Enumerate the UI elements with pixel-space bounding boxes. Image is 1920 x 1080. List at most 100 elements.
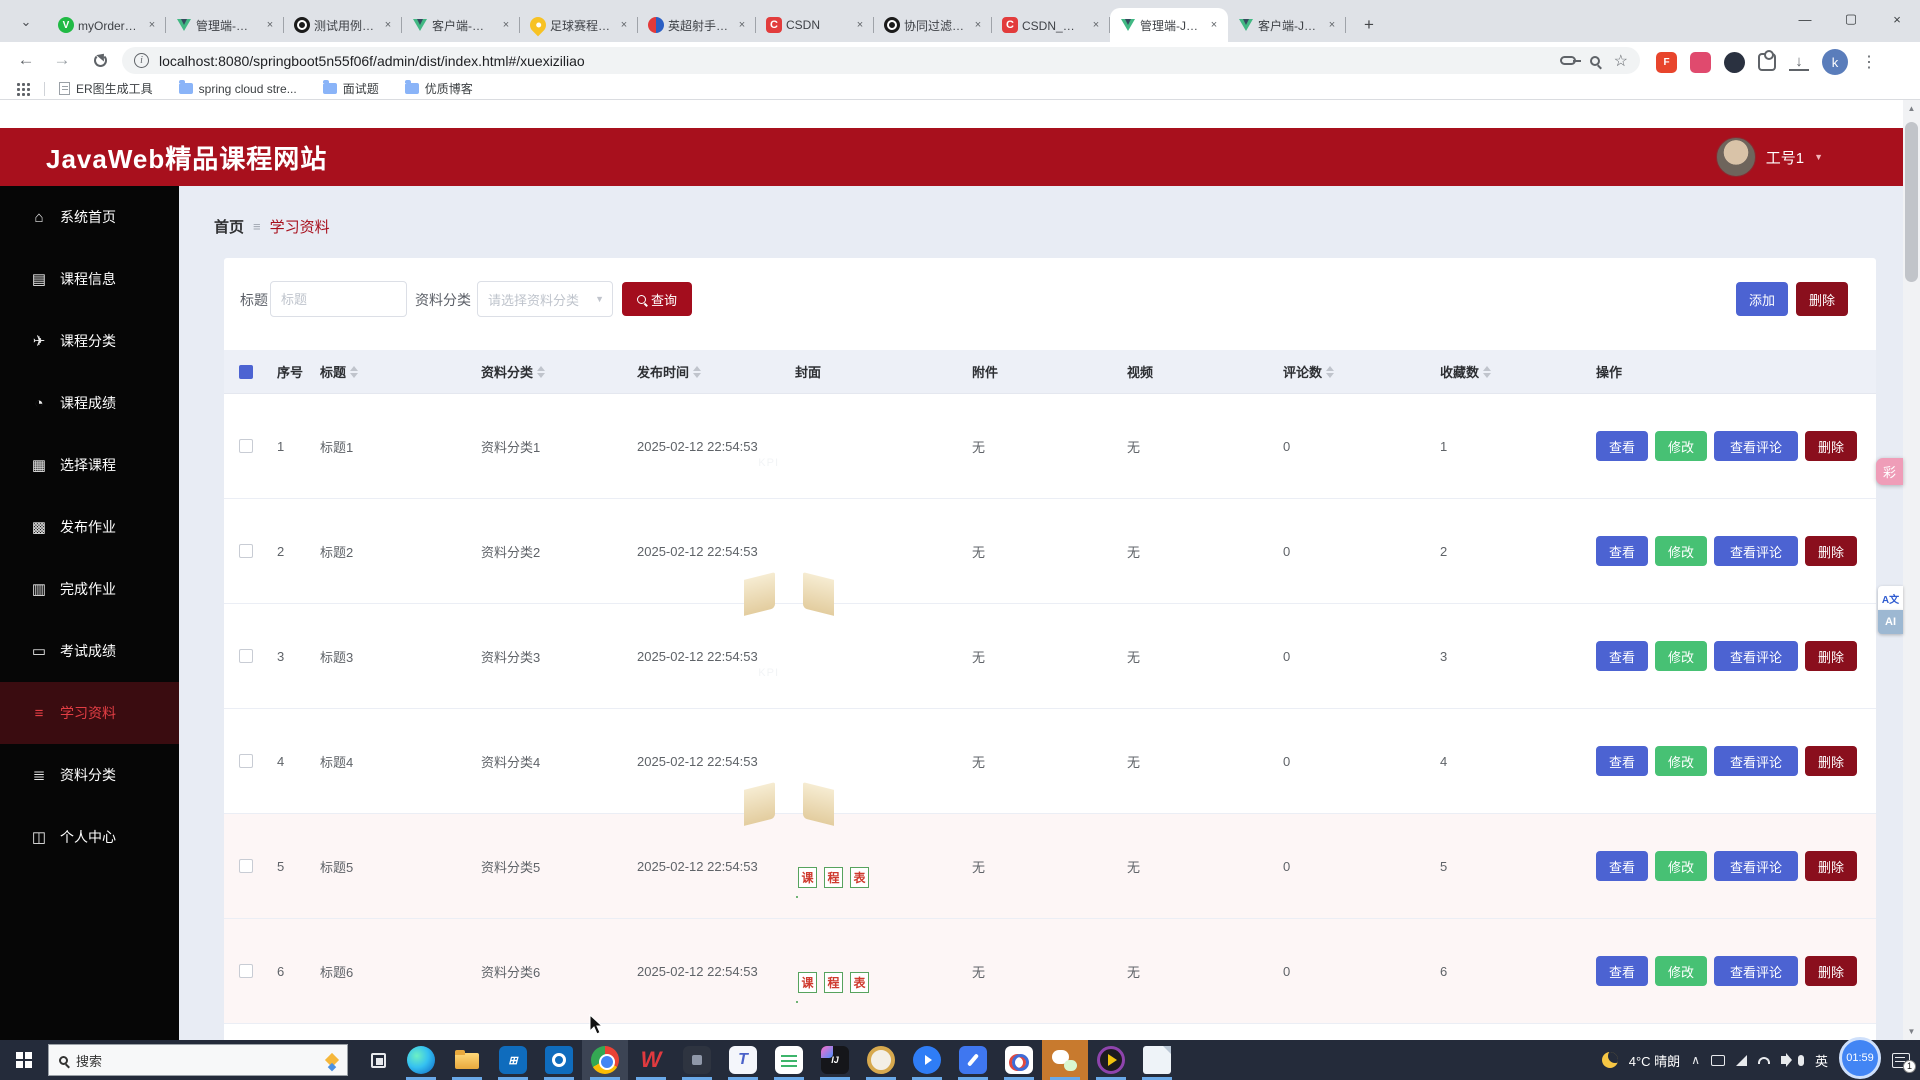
taskbar-potplayer[interactable]	[1088, 1040, 1134, 1080]
tab-close-icon[interactable]: ×	[1206, 17, 1222, 33]
extensions-puzzle-icon[interactable]	[1758, 53, 1776, 71]
tab-football[interactable]: 足球赛程赛果- ×	[520, 8, 638, 42]
tray-expand-icon[interactable]: ∧	[1691, 1053, 1700, 1067]
sidebar-item-personal-center[interactable]: ◫ 个人中心	[0, 806, 179, 868]
sidebar-item-study-material[interactable]: ≡ 学习资料	[0, 682, 179, 744]
tab-close-icon[interactable]: ×	[1324, 17, 1340, 33]
title-filter-input[interactable]	[270, 281, 407, 317]
delete-row-button[interactable]: 删除	[1805, 641, 1857, 671]
forward-icon[interactable]: →	[50, 48, 74, 72]
close-window-button[interactable]: ×	[1874, 0, 1920, 38]
view-comments-button[interactable]: 查看评论	[1714, 536, 1798, 566]
reload-icon[interactable]	[88, 48, 112, 72]
taskbar-wps[interactable]: W	[628, 1040, 674, 1080]
url-text[interactable]: localhost:8080/springboot5n55f06f/admin/…	[159, 53, 1560, 69]
sort-icon[interactable]	[1326, 366, 1334, 378]
sidebar-item-course-score[interactable]: ◔ 课程成绩	[0, 372, 179, 434]
edit-button[interactable]: 修改	[1655, 641, 1707, 671]
tab-admin-javaweb-active[interactable]: 管理端-JavaW ×	[1110, 8, 1228, 42]
taskbar-chrome-active[interactable]	[582, 1040, 628, 1080]
view-comments-button[interactable]: 查看评论	[1714, 956, 1798, 986]
tab-close-icon[interactable]: ×	[616, 17, 632, 33]
sidebar-item-course-info[interactable]: ▤ 课程信息	[0, 248, 179, 310]
sidebar-item-material-category[interactable]: ≣ 资料分类	[0, 744, 179, 806]
view-comments-button[interactable]: 查看评论	[1714, 431, 1798, 461]
page-scrollbar[interactable]: ▲ ▼	[1903, 100, 1920, 1040]
category-select[interactable]: 请选择资料分类 ▼	[477, 281, 613, 317]
search-lens-icon[interactable]	[1590, 56, 1600, 66]
sidebar-item-course-category[interactable]: ✈ 课程分类	[0, 310, 179, 372]
tab-search-chevron-icon[interactable]: ⌄	[14, 10, 38, 34]
user-menu[interactable]: 工号1 ▼	[1716, 137, 1823, 177]
taskbar-dark-app[interactable]	[674, 1040, 720, 1080]
edit-button[interactable]: 修改	[1655, 746, 1707, 776]
notification-icon[interactable]: 1	[1892, 1053, 1910, 1068]
select-all-checkbox[interactable]	[239, 365, 253, 379]
bookmark-star-icon[interactable]: ☆	[1614, 51, 1628, 71]
maximize-button[interactable]: ▢	[1828, 0, 1874, 38]
edit-button[interactable]: 修改	[1655, 851, 1707, 881]
view-button[interactable]: 查看	[1596, 851, 1648, 881]
taskbar-search-box[interactable]: 搜索	[48, 1044, 348, 1076]
query-button[interactable]: 查询	[622, 282, 692, 316]
wifi-icon[interactable]	[1758, 1057, 1770, 1064]
sidebar-item-choose-course[interactable]: ▦ 选择课程	[0, 434, 179, 496]
view-comments-button[interactable]: 查看评论	[1714, 641, 1798, 671]
bookmark-interview[interactable]: 面试题	[323, 80, 379, 97]
delete-button[interactable]: 删除	[1796, 282, 1848, 316]
view-comments-button[interactable]: 查看评论	[1714, 746, 1798, 776]
taskbar-notepad[interactable]	[1134, 1040, 1180, 1080]
sidebar-item-home[interactable]: ⌂ 系统首页	[0, 186, 179, 248]
display-icon[interactable]	[1711, 1055, 1725, 1066]
scrollbar-thumb[interactable]	[1905, 122, 1918, 282]
apps-grid-icon[interactable]	[16, 82, 30, 96]
row-checkbox[interactable]	[239, 439, 253, 453]
taskbar-amber-app[interactable]	[858, 1040, 904, 1080]
view-button[interactable]: 查看	[1596, 956, 1648, 986]
row-checkbox[interactable]	[239, 544, 253, 558]
delete-row-button[interactable]: 删除	[1805, 746, 1857, 776]
sidebar-item-publish-homework[interactable]: ▩ 发布作业	[0, 496, 179, 558]
bookmark-blogs[interactable]: 优质博客	[405, 80, 473, 97]
delete-row-button[interactable]: 删除	[1805, 536, 1857, 566]
start-button[interactable]	[0, 1040, 48, 1080]
sort-icon[interactable]	[537, 366, 545, 378]
tab-close-icon[interactable]: ×	[852, 17, 868, 33]
tab-close-icon[interactable]: ×	[734, 17, 750, 33]
tab-close-icon[interactable]: ×	[262, 17, 278, 33]
taskbar-wechat-active[interactable]	[1042, 1040, 1088, 1080]
tab-csdn-dev[interactable]: C CSDN_专业开 ×	[992, 8, 1110, 42]
taskbar-intellij[interactable]: IJ	[812, 1040, 858, 1080]
taskbar-netdisk[interactable]	[996, 1040, 1042, 1080]
new-tab-button[interactable]: +	[1356, 12, 1382, 38]
extension-red-icon[interactable]: F	[1656, 52, 1677, 73]
delete-row-button[interactable]: 删除	[1805, 956, 1857, 986]
add-button[interactable]: 添加	[1736, 282, 1788, 316]
address-bar[interactable]: i localhost:8080/springboot5n55f06f/admi…	[122, 47, 1640, 74]
tab-premier-league[interactable]: 英超射手榜_东 ×	[638, 8, 756, 42]
edit-button[interactable]: 修改	[1655, 956, 1707, 986]
sidebar-item-finish-homework[interactable]: ▥ 完成作业	[0, 558, 179, 620]
tab-close-icon[interactable]: ×	[380, 17, 396, 33]
bookmark-spring-cloud[interactable]: spring cloud stre...	[179, 82, 297, 96]
taskbar-store[interactable]: ⊞	[490, 1040, 536, 1080]
chrome-menu-icon[interactable]: ⋮	[1861, 52, 1877, 72]
tab-testcase[interactable]: 测试用例编写 ×	[284, 8, 402, 42]
translate-float-button[interactable]: 彩	[1876, 458, 1903, 485]
site-info-icon[interactable]: i	[134, 53, 149, 68]
row-checkbox[interactable]	[239, 859, 253, 873]
row-checkbox[interactable]	[239, 754, 253, 768]
back-icon[interactable]: ←	[14, 48, 38, 72]
moon-weather-icon[interactable]	[1602, 1052, 1618, 1068]
view-button[interactable]: 查看	[1596, 431, 1648, 461]
minimize-button[interactable]: —	[1782, 0, 1828, 38]
taskbar-blue-round-app[interactable]	[904, 1040, 950, 1080]
tab-close-icon[interactable]: ×	[144, 17, 160, 33]
tab-close-icon[interactable]: ×	[970, 17, 986, 33]
breadcrumb-home[interactable]: 首页	[214, 216, 244, 237]
bookmark-er-tool[interactable]: ER图生成工具	[59, 80, 153, 97]
delete-row-button[interactable]: 删除	[1805, 851, 1857, 881]
taskbar-file-explorer[interactable]	[444, 1040, 490, 1080]
downloads-icon[interactable]: ↓	[1789, 54, 1809, 71]
tab-csdn[interactable]: C CSDN ×	[756, 8, 874, 42]
